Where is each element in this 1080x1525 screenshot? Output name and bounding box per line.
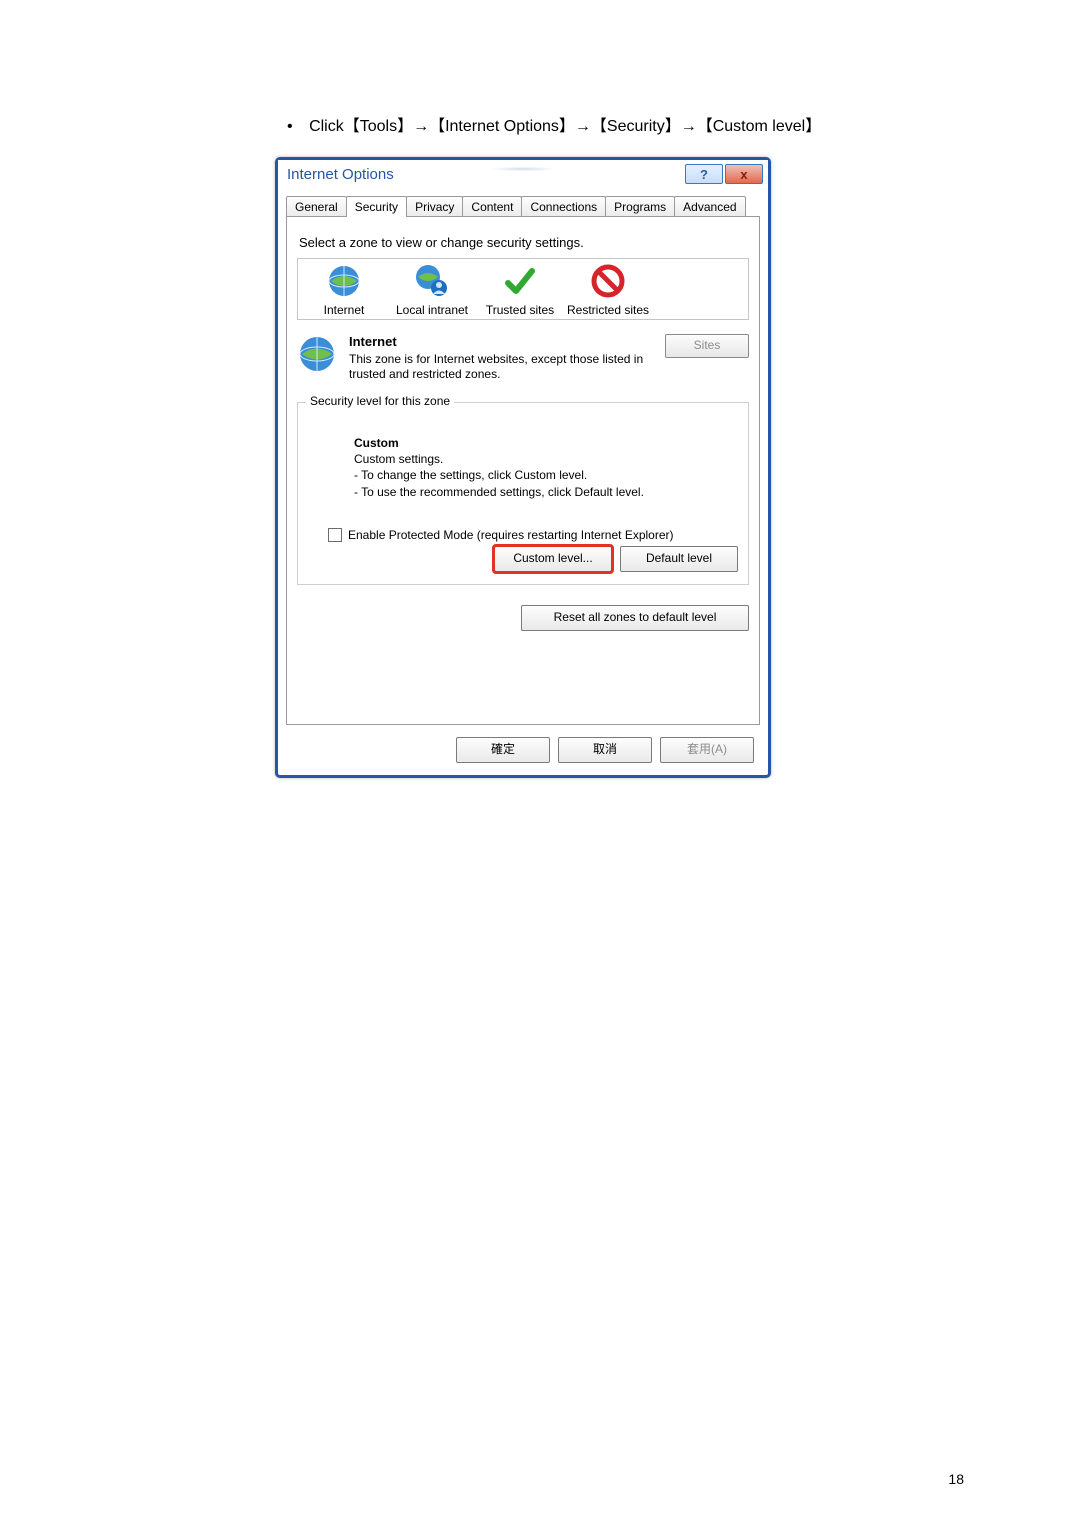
tab-programs[interactable]: Programs [605, 196, 675, 216]
close-icon: x [740, 167, 747, 182]
default-level-button[interactable]: Default level [620, 546, 738, 572]
zone-list: Internet Local intranet Trusted sites [297, 258, 749, 320]
custom-sub: Custom settings. [354, 451, 738, 467]
protected-mode-label: Enable Protected Mode (requires restarti… [348, 528, 674, 542]
check-icon [502, 263, 538, 299]
custom-block: Custom Custom settings. - To change the … [354, 435, 738, 500]
internet-options-dialog: Internet Options ? x General Security Pr… [275, 157, 771, 778]
group-legend: Security level for this zone [306, 394, 454, 408]
protected-mode-row[interactable]: Enable Protected Mode (requires restarti… [328, 528, 738, 542]
zone-label: Trusted sites [476, 303, 564, 317]
zone-label: Internet [300, 303, 388, 317]
globe-icon [326, 263, 362, 299]
zone-restricted-sites[interactable]: Restricted sites [564, 263, 652, 317]
tab-strip: General Security Privacy Content Connect… [286, 196, 760, 216]
close-button[interactable]: x [725, 164, 763, 184]
help-icon: ? [700, 167, 708, 182]
zone-trusted-sites[interactable]: Trusted sites [476, 263, 564, 317]
no-icon [590, 263, 626, 299]
sites-button[interactable]: Sites [665, 334, 749, 358]
instruction-text: Click【Tools】→【Internet Options】→【Securit… [309, 118, 821, 135]
tab-general[interactable]: General [286, 196, 347, 216]
titlebar-handle [493, 167, 553, 171]
custom-heading: Custom [354, 435, 738, 451]
protected-mode-checkbox[interactable] [328, 528, 342, 542]
dialog-title: Internet Options [283, 166, 394, 183]
dialog-footer: 確定 取消 套用(A) [278, 725, 768, 775]
zone-prompt: Select a zone to view or change security… [299, 235, 749, 250]
globe-large-icon [297, 334, 337, 374]
tab-security[interactable]: Security [346, 196, 407, 217]
ok-button[interactable]: 確定 [456, 737, 550, 763]
page-number: 18 [948, 1471, 964, 1487]
security-level-group: Security level for this zone Custom Cust… [297, 402, 749, 585]
bullet: • [287, 118, 293, 135]
security-tab-panel: Select a zone to view or change security… [286, 216, 760, 725]
tab-connections[interactable]: Connections [521, 196, 606, 216]
reset-zones-button[interactable]: Reset all zones to default level [521, 605, 749, 631]
tab-privacy[interactable]: Privacy [406, 196, 463, 216]
globe-user-icon [414, 263, 450, 299]
help-button[interactable]: ? [685, 164, 723, 184]
selected-zone-name: Internet [349, 334, 653, 349]
custom-level-button[interactable]: Custom level... [494, 546, 612, 572]
selected-zone-desc: This zone is for Internet websites, exce… [349, 352, 653, 382]
tab-content[interactable]: Content [462, 196, 522, 216]
zone-local-intranet[interactable]: Local intranet [388, 263, 476, 317]
cancel-button[interactable]: 取消 [558, 737, 652, 763]
tab-advanced[interactable]: Advanced [674, 196, 745, 216]
custom-line1: - To change the settings, click Custom l… [354, 467, 738, 483]
instruction-line: • Click【Tools】→【Internet Options】→【Secur… [287, 112, 821, 136]
zone-label: Local intranet [388, 303, 476, 317]
custom-line2: - To use the recommended settings, click… [354, 484, 738, 500]
zone-internet[interactable]: Internet [300, 263, 388, 317]
apply-button[interactable]: 套用(A) [660, 737, 754, 763]
titlebar: Internet Options ? x [278, 160, 768, 188]
selected-zone-block: Internet This zone is for Internet websi… [297, 334, 749, 382]
zone-label: Restricted sites [564, 303, 652, 317]
